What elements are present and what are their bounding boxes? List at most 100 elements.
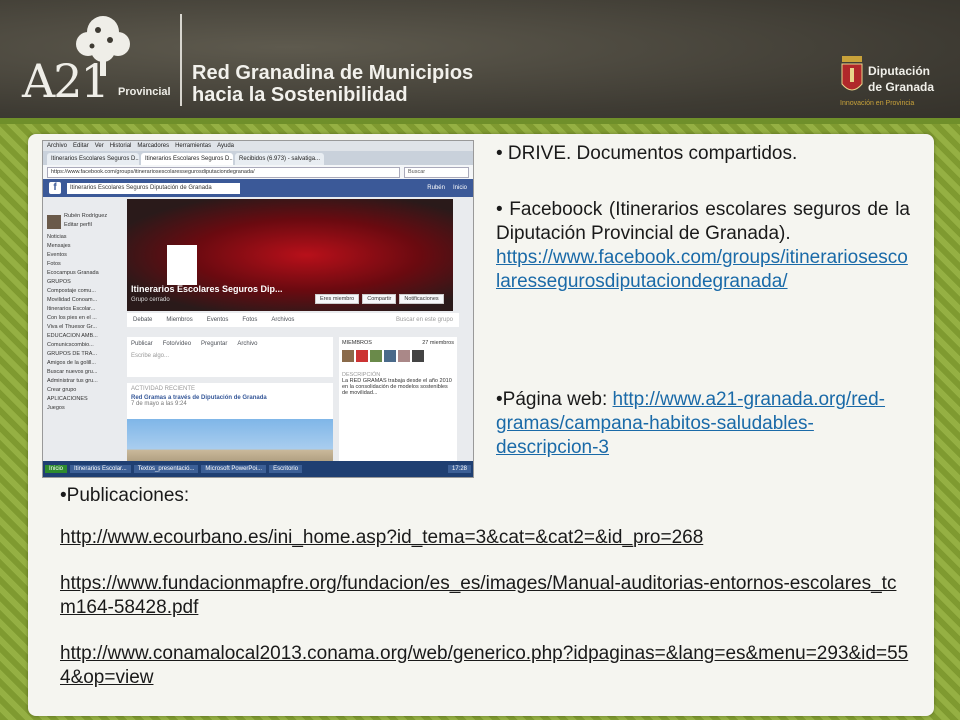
menu-item: Ver [94,143,104,149]
facebook-logo-icon: f [49,182,61,194]
browser-search-field: Buscar [404,166,469,178]
sidebar-item: Compostaje comu... [47,288,96,294]
taskbar-item: Textos_presentació... [133,465,199,473]
cover-buttons: Eres miembro Compartir Notificaciones [315,294,444,304]
group-tabs: Debate Miembros Eventos Fotos Archivos B… [127,313,459,327]
browser-tabs: Itinerarios Escolares Seguros D... Itine… [43,151,473,165]
tab-events: Eventos [206,317,229,323]
sidebar-item: Buscar nuevos gru... [47,369,98,375]
member-button: Eres miembro [315,294,360,304]
sidebar-item: Juegos [47,405,65,411]
post-placeholder: Escribe algo... [131,353,170,359]
facebook-left-sidebar: Rubén Rodríguez Editar perfil Noticias M… [47,213,119,463]
logo-subtitle: Provincial [118,86,171,98]
profile-name: Rubén Rodríguez [64,213,108,219]
sidebar-item: Noticias [47,234,67,240]
header-title-line1: Red Granadina de Municipios [192,62,474,84]
diputacion-name-line1: Diputación [868,64,930,78]
sidebar-item: Administrar tus gru... [47,378,98,384]
post-composer: Publicar Foto/vídeo Preguntar Archivo Es… [127,337,333,377]
facebook-home: Inicio [452,185,467,191]
sidebar-item: Mensajes [47,243,71,249]
browser-menu-bar: Archivo Editar Ver Historial Marcadores … [43,141,473,151]
menu-item: Marcadores [137,143,170,149]
browser-tab: Recibidos (6.973) - salvatiga... [235,153,325,165]
facebook-link[interactable]: https://www.facebook.com/groups/itinerar… [496,246,910,294]
browser-url-bar: https://www.facebook.com/groups/itinerar… [43,165,473,179]
publication-link-1[interactable]: http://www.ecourbano.es/ini_home.asp?id_… [60,526,910,550]
item-facebook: • Faceboock (Itinerarios escolares segur… [496,198,910,294]
facebook-user: Rubén [427,185,445,191]
sidebar-item: Amigos de la golill... [47,360,96,366]
start-button: Inicio [45,465,68,473]
item-webpage: •Página web: http://www.a21-granada.org/… [496,388,910,460]
member-thumbnails [342,350,454,362]
notifications-button: Notificaciones [399,294,444,304]
url-field: https://www.facebook.com/groups/itinerar… [47,166,400,178]
post-tab: Preguntar [201,341,228,347]
windows-taskbar: Inicio Itinerarios Escolar... Textos_pre… [43,461,473,477]
menu-item: Archivo [47,143,68,149]
sidebar-item: Con los pies en el ... [47,315,97,321]
sidebar-item: Fotos [47,261,61,267]
diputacion-badge-icon [167,245,197,285]
share-button: Compartir [362,294,397,304]
tab-files: Archivos [271,317,295,323]
group-subtitle: Grupo cerrado [131,297,170,303]
header-divider [180,14,182,106]
description-text: La RED GRAMAS trabaja desde el año 2010 … [342,378,452,396]
facebook-nav: Rubén Inicio [427,185,467,191]
browser-tab-active: Itinerarios Escolares Seguros D... [141,153,233,165]
sidebar-item: Eventos [47,252,67,258]
sidebar-section: APLICACIONES [47,396,88,402]
members-label: MIEMBROS [342,340,372,346]
sidebar-section: GRUPOS [47,279,71,285]
menu-item: Ayuda [217,143,234,149]
webpage-label: •Página web: [496,389,613,410]
menu-item: Historial [109,143,132,149]
group-right-column: MIEMBROS 27 miembros DESCRIPCIÓN La RED … [339,337,457,477]
sidebar-item: Comunicscombio... [47,342,94,348]
publication-link-2[interactable]: https://www.fundacionmapfre.org/fundacio… [60,572,910,620]
group-title: Itinerarios Escolares Seguros Dip... [131,284,283,294]
sidebar-item: EDUCACIÓN AMB... [47,333,98,339]
post-tab: Archivo [237,341,258,347]
taskbar-item: Microsoft PowerPoi... [201,465,267,473]
sidebar-item: Ecocampus Granada [47,270,99,276]
publicaciones-label: •Publicaciones: [60,485,190,506]
avatar [47,215,61,229]
group-search: Buscar en este grupo [395,317,453,323]
facebook-search-field: Itinerarios Escolares Seguros Diputación… [67,182,240,194]
feed-header: ACTIVIDAD RECIENTE [131,386,196,392]
facebook-screenshot: Archivo Editar Ver Historial Marcadores … [42,140,474,478]
menu-item: Editar [73,143,89,149]
menu-item: Herramientas [175,143,212,149]
post-tab: Foto/vídeo [162,341,192,347]
profile-block: Rubén Rodríguez Editar perfil [47,213,119,231]
sidebar-item: Viva el Thuesor Gr... [47,324,97,330]
logo-text: A21 [22,54,110,108]
diputacion-shield-icon [841,56,863,91]
tab-members: Miembros [166,317,193,323]
diputacion-tagline: Innovación en Provincia [840,100,915,107]
post-tab: Publicar [131,341,153,347]
header: A21 Provincial Red Granadina de Municipi… [0,0,960,118]
sidebar-item: Crear grupo [47,387,77,393]
diputacion-name-line2: de Granada [868,80,935,94]
feed-date: 7 de mayo a las 9:24 [131,401,187,407]
sidebar-item: GRUPOS DE TRA... [47,351,98,357]
publication-link-3[interactable]: http://www.conamalocal2013.conama.org/we… [60,642,910,690]
sidebar-item: Movilidad Conoam... [47,297,98,303]
clock: 17:28 [447,465,471,473]
taskbar-item: Itinerarios Escolar... [70,465,131,473]
sidebar-item: Itinerarios Escolar... [47,306,96,312]
taskbar-item: Escritorio [269,465,303,473]
tab-photos: Fotos [242,317,258,323]
tab-debate: Debate [133,317,153,323]
header-title-line2: hacia la Sostenibilidad [192,84,408,106]
profile-edit: Editar perfil [64,222,92,228]
members-count: 27 miembros [422,340,454,346]
facebook-description: • Faceboock (Itinerarios escolares segur… [496,199,910,244]
item-drive: • DRIVE. Documentos compartidos. [496,143,798,164]
browser-tab: Itinerarios Escolares Seguros D... [47,153,139,165]
